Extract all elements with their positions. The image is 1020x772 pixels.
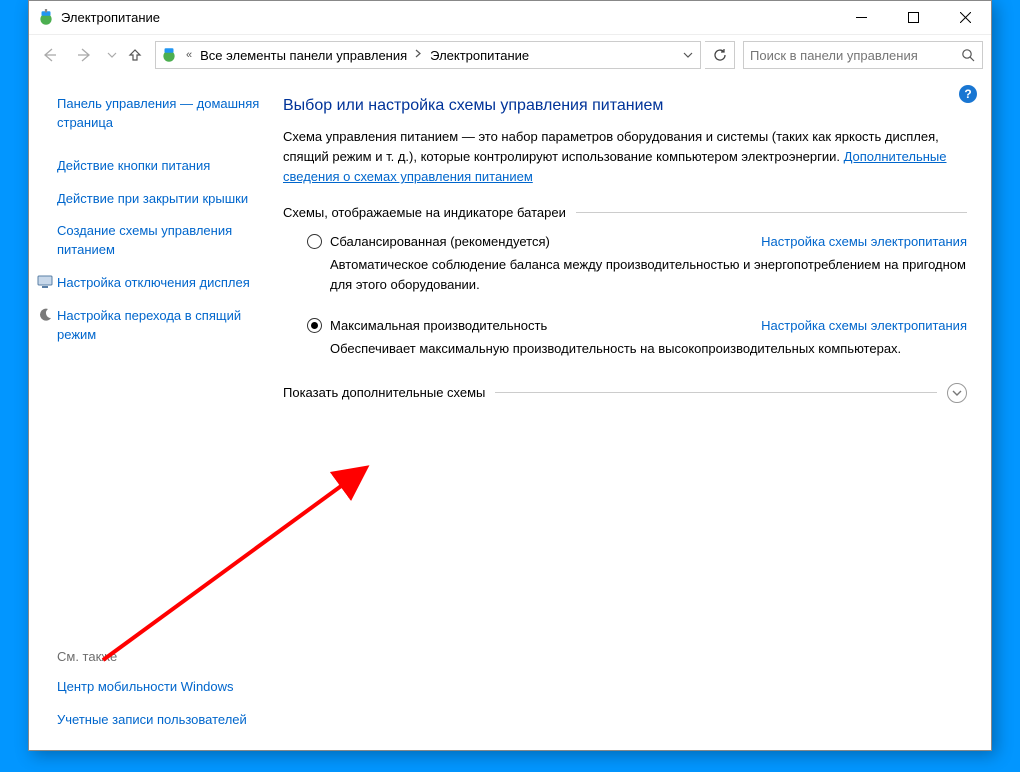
- search-input[interactable]: [744, 48, 954, 63]
- sidebar-link-label: Настройка перехода в спящий режим: [57, 307, 271, 345]
- plan-radio-high-performance[interactable]: Максимальная производительность: [307, 318, 547, 333]
- group-rule: [576, 212, 967, 213]
- address-box[interactable]: « Все элементы панели управления Электро…: [155, 41, 701, 69]
- plan-config-link[interactable]: Настройка схемы электропитания: [761, 318, 967, 333]
- sidebar-link-label: Действие кнопки питания: [57, 157, 210, 176]
- breadcrumb-current[interactable]: Электропитание: [428, 48, 531, 63]
- sidebar-link-label: Настройка отключения дисплея: [57, 274, 250, 293]
- recent-dropdown-chev[interactable]: [105, 48, 119, 63]
- power-options-window: Электропитание: [28, 0, 992, 751]
- plan-name: Максимальная производительность: [330, 318, 547, 333]
- radio-icon: [307, 318, 322, 333]
- main-content: Выбор или настройка схемы управления пит…: [283, 75, 991, 750]
- see-also-label: Центр мобильности Windows: [57, 678, 234, 697]
- forward-button[interactable]: [69, 39, 101, 71]
- group-label: Схемы, отображаемые на индикаторе батаре…: [283, 205, 566, 220]
- address-row: « Все элементы панели управления Электро…: [29, 35, 991, 75]
- window-title: Электропитание: [61, 10, 160, 25]
- power-plan-high-performance: Максимальная производительность Настройк…: [283, 318, 967, 359]
- plan-description: Автоматическое соблюдение баланса между …: [307, 255, 967, 294]
- intro-text: Схема управления питанием — это набор па…: [283, 127, 967, 187]
- sidebar-link-create-plan[interactable]: Создание схемы управления питанием: [57, 222, 271, 260]
- refresh-button[interactable]: [705, 41, 735, 69]
- minimize-button[interactable]: [835, 1, 887, 35]
- sidebar-link-sleep[interactable]: Настройка перехода в спящий режим: [57, 307, 271, 345]
- plan-config-link[interactable]: Настройка схемы электропитания: [761, 234, 967, 249]
- see-also-label: Учетные записи пользователей: [57, 711, 247, 730]
- up-button[interactable]: [123, 39, 147, 71]
- breadcrumb-parent[interactable]: Все элементы панели управления: [198, 48, 409, 63]
- moon-icon: [37, 307, 53, 323]
- expand-rule: [495, 392, 937, 393]
- address-dropdown[interactable]: [676, 42, 700, 68]
- search-box[interactable]: [743, 41, 983, 69]
- group-header: Схемы, отображаемые на индикаторе батаре…: [283, 205, 967, 220]
- sidebar-home-label: Панель управления — домашняя страница: [57, 95, 271, 133]
- sidebar-link-display-off[interactable]: Настройка отключения дисплея: [57, 274, 271, 293]
- page-heading: Выбор или настройка схемы управления пит…: [283, 97, 967, 115]
- titlebar: Электропитание: [29, 1, 991, 35]
- expand-label: Показать дополнительные схемы: [283, 385, 485, 400]
- monitor-icon: [37, 274, 53, 290]
- sidebar: Панель управления — домашняя страница Де…: [29, 75, 283, 750]
- sidebar-link-power-button[interactable]: Действие кнопки питания: [57, 157, 271, 176]
- plan-name: Сбалансированная (рекомендуется): [330, 234, 550, 249]
- chevron-down-icon: [947, 383, 967, 403]
- see-also-user-accounts[interactable]: Учетные записи пользователей: [57, 711, 271, 730]
- see-also-mobility-center[interactable]: Центр мобильности Windows: [57, 678, 271, 697]
- help-button[interactable]: ?: [959, 85, 977, 103]
- plan-description: Обеспечивает максимальную производительн…: [307, 339, 967, 359]
- radio-icon: [307, 234, 322, 249]
- back-button[interactable]: [33, 39, 65, 71]
- chevron-right-icon: [409, 49, 428, 61]
- power-icon: [37, 9, 55, 27]
- search-icon[interactable]: [954, 42, 982, 68]
- sidebar-link-lid-close[interactable]: Действие при закрытии крышки: [57, 190, 271, 209]
- intro-pre: Схема управления питанием — это набор па…: [283, 129, 939, 164]
- breadcrumb-prefix: «: [180, 49, 198, 61]
- maximize-button[interactable]: [887, 1, 939, 35]
- sidebar-link-label: Действие при закрытии крышки: [57, 190, 248, 209]
- sidebar-home[interactable]: Панель управления — домашняя страница: [57, 95, 271, 133]
- see-also-heading: См. также: [57, 649, 271, 664]
- power-plan-balanced: Сбалансированная (рекомендуется) Настрой…: [283, 234, 967, 294]
- expand-more-plans[interactable]: Показать дополнительные схемы: [283, 383, 967, 403]
- power-icon: [160, 46, 178, 64]
- sidebar-link-label: Создание схемы управления питанием: [57, 222, 271, 260]
- plan-radio-balanced[interactable]: Сбалансированная (рекомендуется): [307, 234, 550, 249]
- close-button[interactable]: [939, 1, 991, 35]
